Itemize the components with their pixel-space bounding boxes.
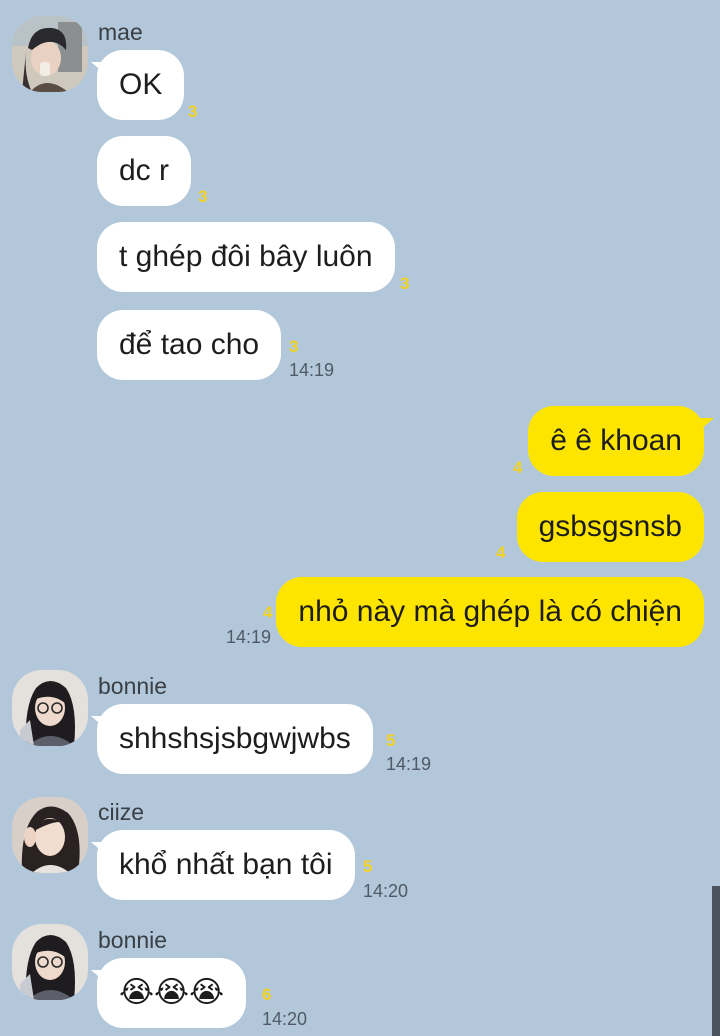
message-bubble[interactable]: 😭😭😭: [97, 958, 247, 1028]
unread-count: 4: [263, 603, 273, 622]
unread-count: 4: [513, 458, 523, 477]
unread-count: 3: [188, 102, 198, 121]
message-bubble-outgoing[interactable]: nhỏ này mà ghép là có chiện: [276, 577, 704, 647]
message-time: 14:20: [262, 1009, 308, 1029]
message-bubble[interactable]: t ghép đôi bây luôn: [97, 222, 395, 292]
message-bubble[interactable]: để tao cho: [97, 310, 282, 380]
avatar-mae[interactable]: [12, 16, 88, 92]
bubble-tail: [91, 970, 105, 982]
avatar-bonnie[interactable]: [12, 670, 88, 746]
avatar-bonnie[interactable]: [12, 924, 88, 1000]
unread-count: 3: [198, 187, 208, 206]
unread-count: 5: [363, 857, 373, 876]
sender-name: mae: [98, 19, 143, 45]
message-bubble[interactable]: dc r: [97, 136, 192, 206]
message-bubble[interactable]: OK: [97, 50, 185, 120]
bubble-tail: [91, 62, 105, 74]
sender-name: ciize: [98, 799, 145, 825]
message-time: 14:19: [289, 360, 335, 380]
bubble-tail: [700, 418, 714, 430]
unread-count: 5: [386, 731, 396, 750]
unread-count: 3: [289, 337, 299, 356]
message-bubble[interactable]: shhshsjsbgwjwbs: [97, 704, 373, 774]
message-bubble[interactable]: khổ nhất bạn tôi: [97, 830, 355, 900]
message-time: 14:20: [363, 881, 409, 901]
avatar-ciize[interactable]: [12, 797, 88, 873]
profile-photo-bonnie-icon: [12, 670, 88, 746]
unread-count: 3: [400, 274, 410, 293]
message-bubble-outgoing[interactable]: ê ê khoan: [528, 406, 704, 476]
message-time: 14:19: [226, 627, 272, 647]
profile-photo-bonnie-icon: [12, 924, 88, 1000]
unread-count: 6: [262, 985, 272, 1004]
message-time: 14:19: [386, 754, 432, 774]
sender-name: bonnie: [98, 927, 168, 953]
unread-count: 4: [496, 543, 506, 562]
scrollbar-thumb[interactable]: [712, 886, 720, 1036]
profile-photo-ciize-icon: [12, 797, 88, 873]
profile-photo-mae-icon: [12, 16, 88, 92]
sender-name: bonnie: [98, 673, 168, 699]
bubble-tail: [91, 716, 105, 728]
message-bubble-outgoing[interactable]: gsbsgsnsb: [516, 492, 704, 562]
bubble-tail: [91, 842, 105, 854]
